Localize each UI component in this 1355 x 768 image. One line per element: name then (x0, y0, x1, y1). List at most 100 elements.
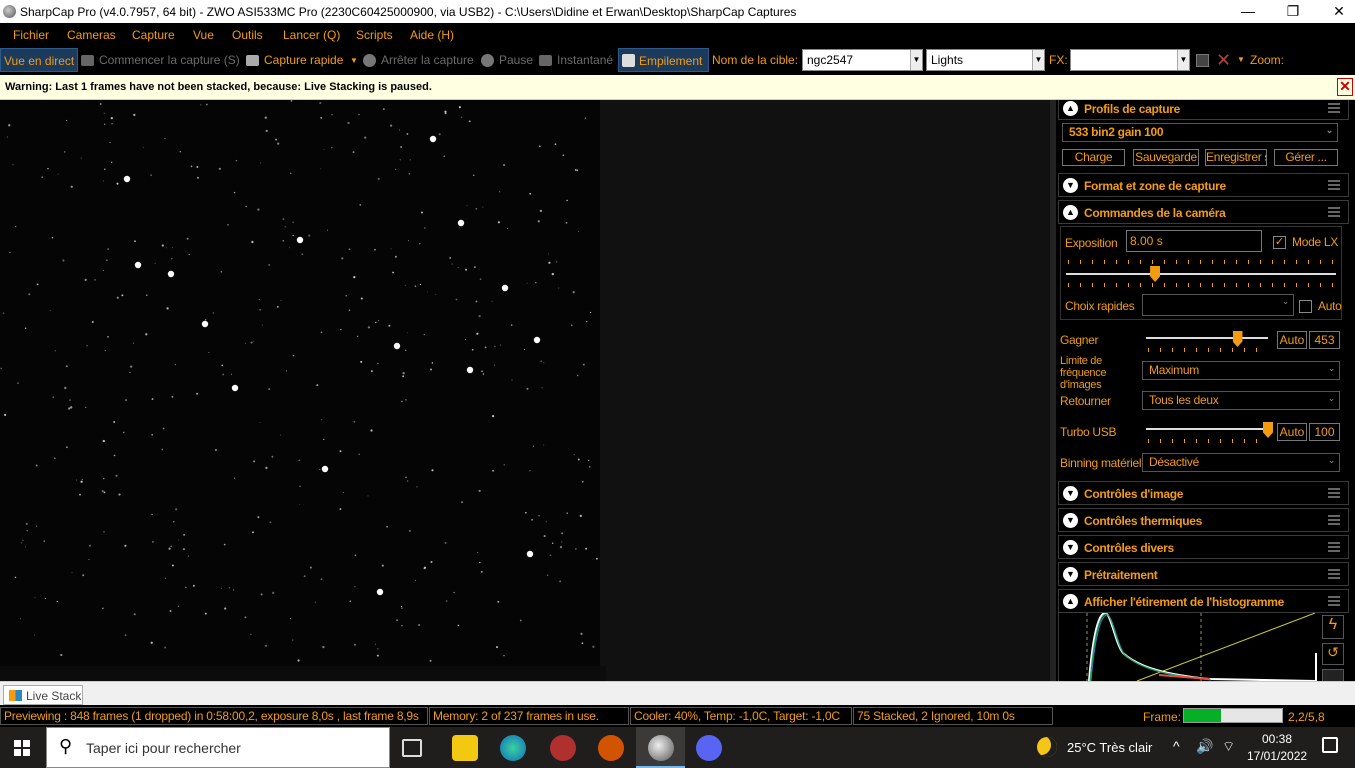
live-view-button[interactable]: Vue en direct (0, 48, 79, 72)
discord-icon[interactable] (696, 735, 722, 761)
network-icon[interactable]: ⌔ (1222, 738, 1235, 756)
manage-profiles-button[interactable]: Gérer ... (1274, 149, 1338, 166)
menu-view[interactable]: Vue (193, 28, 214, 42)
menu-help[interactable]: Aide (H) (410, 28, 454, 42)
save-as-profile-button[interactable]: Enregistrer s (1205, 149, 1267, 166)
menu-launch[interactable]: Lancer (Q) (283, 28, 340, 42)
frame-rate-select[interactable]: Maximum ⌄ (1142, 361, 1340, 380)
edge-browser-icon[interactable] (500, 735, 526, 761)
notifications-icon[interactable] (1322, 737, 1338, 753)
astro-app-icon[interactable] (550, 735, 576, 761)
cpwi-icon[interactable] (598, 735, 624, 761)
section-histogram-stretch[interactable]: ▲ Afficher l'étirement de l'histogramme (1058, 589, 1349, 613)
pause-button[interactable]: Pause (499, 53, 533, 67)
start-capture-button[interactable]: Commencer la capture (S) (99, 53, 240, 67)
snapshot-button[interactable]: Instantané (557, 53, 613, 67)
star (551, 272, 554, 276)
profile-select[interactable]: 533 bin2 gain 100 ⌄ (1062, 123, 1338, 142)
fx-combo[interactable]: ▼ (1070, 49, 1190, 71)
warning-close-button[interactable]: ✕ (1337, 78, 1353, 96)
section-capture-profiles[interactable]: ▲ Profils de capture (1058, 100, 1349, 120)
gain-slider-track[interactable] (1146, 337, 1268, 339)
star (552, 542, 554, 544)
frame-type-combo[interactable]: Lights ▼ (926, 49, 1045, 71)
quick-capture-button[interactable]: Capture rapide (264, 53, 343, 67)
section-format[interactable]: ▼ Format et zone de capture (1058, 173, 1349, 197)
menu-scripts[interactable]: Scripts (356, 28, 393, 42)
chevron-up-icon[interactable]: ▲ (1063, 205, 1078, 220)
menu-icon[interactable] (1328, 103, 1340, 113)
tab-live-stack[interactable]: Live Stack (3, 685, 83, 705)
menu-icon[interactable] (1328, 596, 1340, 606)
clock-date[interactable]: 17/01/2022 (1247, 749, 1307, 763)
chevron-down-icon[interactable]: ▼ (1063, 513, 1078, 528)
chevron-up-icon[interactable]: ▲ (1063, 594, 1078, 609)
exposure-input[interactable]: 8.00 s (1126, 230, 1262, 252)
crosshair-icon[interactable]: ✕ (1216, 50, 1231, 71)
live-image-viewer[interactable] (0, 99, 600, 666)
speaker-icon[interactable]: 🔊 (1196, 738, 1213, 755)
menu-cameras[interactable]: Cameras (67, 28, 116, 42)
section-image-controls[interactable]: ▼ Contrôles d'image (1058, 481, 1349, 505)
flip-select[interactable]: Tous les deux ⌄ (1142, 391, 1340, 410)
binning-select[interactable]: Désactivé ⌄ (1142, 453, 1340, 472)
weather-text[interactable]: 25°C Très clair (1067, 740, 1152, 755)
section-camera-controls[interactable]: ▲ Commandes de la caméra (1058, 200, 1349, 224)
stop-capture-button[interactable]: Arrêter la capture (381, 53, 474, 67)
chevron-down-icon[interactable]: ▼ (1063, 567, 1078, 582)
taskbar-search-box[interactable]: ⚲ Taper ici pour rechercher (46, 727, 390, 768)
histogram-area[interactable]: ϟ ↺ (1058, 611, 1349, 681)
star (133, 113, 136, 117)
section-preprocessing[interactable]: ▼ Prétraitement (1058, 562, 1349, 586)
section-thermal-controls[interactable]: ▼ Contrôles thermiques (1058, 508, 1349, 532)
reset-icon[interactable]: ↺ (1322, 643, 1344, 665)
section-misc-controls[interactable]: ▼ Contrôles divers (1058, 535, 1349, 559)
chevron-down-icon[interactable]: ▼ (1063, 178, 1078, 193)
usb-slider-thumb[interactable] (1263, 422, 1273, 438)
star (60, 654, 63, 657)
quick-picks-select[interactable]: ⌄ (1142, 294, 1294, 316)
close-button[interactable]: ✕ (1316, 0, 1355, 23)
star (430, 368, 432, 371)
chevron-up-icon[interactable]: ▲ (1063, 101, 1078, 116)
menu-file[interactable]: Fichier (13, 28, 49, 42)
display-toggle-icon[interactable] (1196, 54, 1209, 67)
gain-value-input[interactable]: 453 (1309, 331, 1340, 349)
lx-mode-checkbox[interactable]: ✓ (1273, 236, 1286, 249)
minimize-button[interactable]: — (1225, 0, 1271, 23)
chevron-up-icon[interactable]: ^ (1173, 738, 1180, 754)
exposure-slider-track[interactable] (1066, 273, 1336, 275)
menu-icon[interactable] (1328, 180, 1340, 190)
load-profile-button[interactable]: Charge (1062, 149, 1125, 166)
menu-icon[interactable] (1328, 207, 1340, 217)
status-stacked: 75 Stacked, 2 Ignored, 10m 0s (853, 707, 1053, 725)
sharpcap-taskbar-button[interactable] (636, 727, 685, 768)
stacking-button[interactable]: Empilement (618, 48, 709, 72)
menu-icon[interactable] (1328, 488, 1340, 498)
target-name-combo[interactable]: ngc2547 ▼ (802, 49, 923, 71)
chevron-down-icon[interactable]: ▼ (1063, 486, 1078, 501)
windows-start-icon[interactable] (14, 740, 30, 756)
menu-tools[interactable]: Outils (232, 28, 263, 42)
menu-icon[interactable] (1328, 569, 1340, 579)
clock-time[interactable]: 00:38 (1262, 732, 1292, 746)
gain-slider-thumb[interactable] (1232, 331, 1243, 347)
usb-slider-track[interactable] (1146, 428, 1268, 430)
quick-picks-auto-checkbox[interactable] (1299, 300, 1312, 313)
save-profile-button[interactable]: Sauvegarde (1133, 149, 1199, 166)
usb-auto-button[interactable]: Auto (1277, 423, 1307, 441)
lightning-icon[interactable]: ϟ (1322, 615, 1344, 639)
gain-auto-button[interactable]: Auto (1277, 331, 1307, 349)
menu-icon[interactable] (1328, 515, 1340, 525)
weather-moon-icon[interactable] (1037, 737, 1057, 757)
file-explorer-icon[interactable] (452, 735, 478, 761)
chevron-down-icon[interactable]: ▼ (1063, 540, 1078, 555)
maximize-button[interactable]: ❐ (1270, 0, 1316, 23)
chevron-down-icon[interactable]: ▼ (350, 56, 358, 65)
chevron-down-icon[interactable]: ▼ (1237, 55, 1245, 64)
menu-capture[interactable]: Capture (132, 28, 175, 42)
save-icon[interactable] (1322, 669, 1344, 681)
usb-value-input[interactable]: 100 (1309, 423, 1340, 441)
menu-icon[interactable] (1328, 542, 1340, 552)
task-view-icon[interactable] (402, 739, 422, 757)
